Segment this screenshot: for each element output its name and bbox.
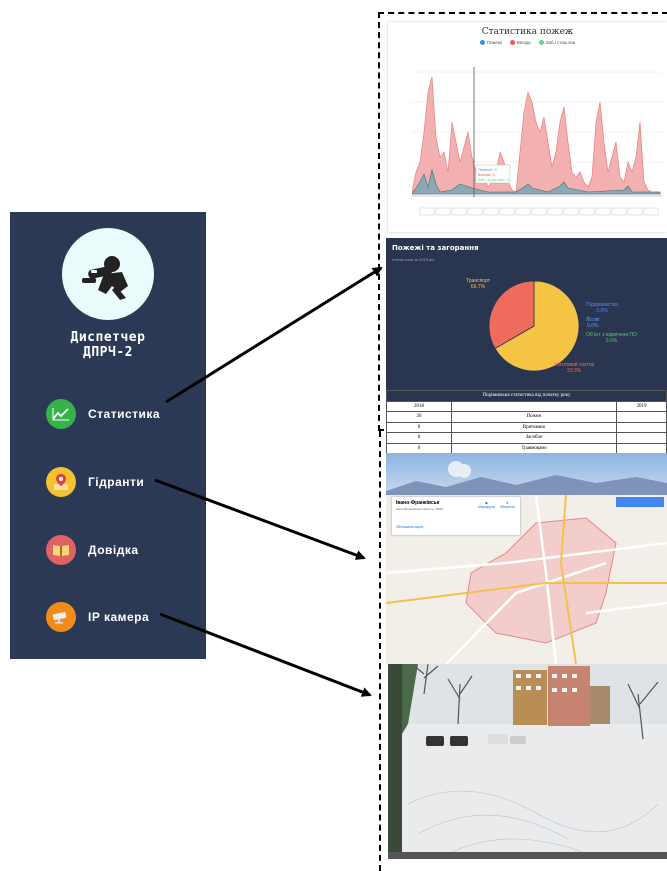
arrow-camera	[159, 612, 372, 697]
arrow-hydrants	[154, 478, 366, 560]
arrow-statistics	[165, 266, 383, 404]
annotation-arrows	[154, 266, 383, 697]
